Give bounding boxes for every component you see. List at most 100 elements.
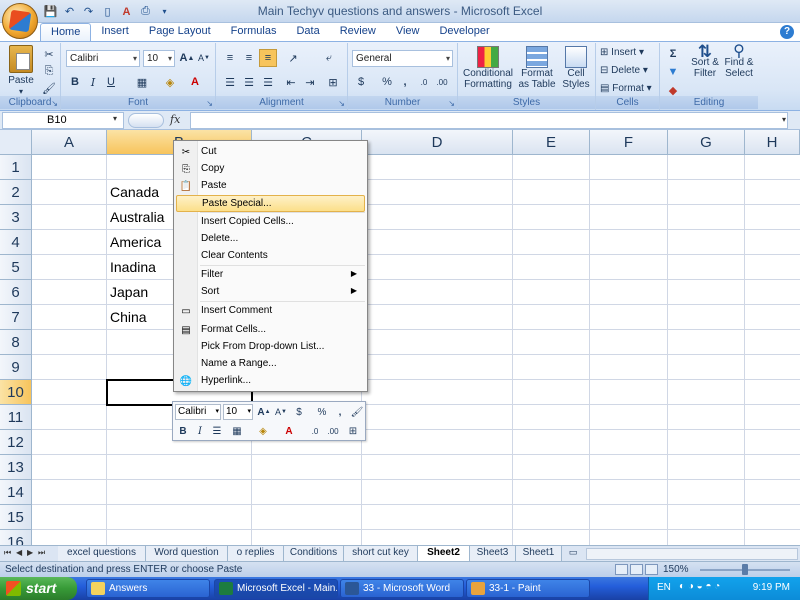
worksheet-grid[interactable]: ABCDEFGH 12345678910111213141516 CanadaA…	[0, 130, 800, 545]
tab-view[interactable]: View	[386, 23, 430, 41]
column-header-g[interactable]: G	[668, 130, 745, 155]
task-word[interactable]: 33 - Microsoft Word	[340, 579, 464, 598]
tab-page-layout[interactable]: Page Layout	[139, 23, 221, 41]
paste-button[interactable]: Paste ▾	[3, 45, 39, 96]
context-menu-item-paste-special[interactable]: Paste Special...	[176, 195, 365, 212]
page-break-view-icon[interactable]	[645, 564, 658, 575]
align-top-icon[interactable]: ≡	[221, 49, 239, 67]
mini-borders-icon[interactable]: ▦	[229, 423, 245, 439]
sheet-tab-o-replies[interactable]: o replies	[228, 546, 284, 561]
autosum-icon[interactable]: Σ	[664, 45, 682, 63]
mini-currency-icon[interactable]: $	[291, 404, 307, 420]
tab-review[interactable]: Review	[330, 23, 386, 41]
zoom-level[interactable]: 150%	[663, 564, 689, 575]
context-menu-item-hyperlink[interactable]: 🌐 Hyperlink...	[176, 373, 365, 390]
mini-font-combo[interactable]: Calibri ▾	[175, 404, 221, 420]
sort-filter-button[interactable]: ⇅ Sort & Filter	[688, 43, 722, 79]
orientation-icon[interactable]: ↗	[284, 49, 302, 67]
row-header-8[interactable]: 8	[0, 330, 32, 355]
language-indicator[interactable]: EN	[657, 582, 671, 593]
fill-icon[interactable]: ▼	[664, 63, 682, 81]
cell-b5[interactable]: Inadina	[107, 259, 156, 275]
find-select-button[interactable]: ⚲ Find & Select	[722, 44, 756, 80]
context-menu-item-insert-copied-cells[interactable]: Insert Copied Cells...	[176, 214, 365, 231]
row-header-7[interactable]: 7	[0, 305, 32, 330]
name-box[interactable]: B10	[2, 112, 124, 129]
row-header-16[interactable]: 16	[0, 530, 32, 545]
context-menu-item-filter[interactable]: Filter ▶	[176, 267, 365, 284]
sheet-tab-sheet3[interactable]: Sheet3	[470, 546, 516, 561]
borders-icon[interactable]: ▦	[133, 73, 151, 91]
cell-b7[interactable]: China	[107, 309, 147, 325]
decrease-decimal-icon[interactable]: .00	[433, 73, 451, 91]
column-header-a[interactable]: A	[32, 130, 107, 155]
cell-b6[interactable]: Japan	[107, 284, 148, 300]
comma-style-icon[interactable]: ,	[396, 73, 414, 91]
start-button[interactable]: start	[0, 577, 77, 600]
mini-size-combo[interactable]: 10 ▾	[223, 404, 253, 420]
align-right-icon[interactable]: ☰	[259, 73, 277, 91]
copy-icon[interactable]: ⎘	[40, 62, 58, 80]
decrease-indent-icon[interactable]: ⇤	[282, 73, 300, 91]
mini-merge-icon[interactable]: ⊞	[345, 423, 361, 439]
format-cells-button[interactable]: ▤ Format ▾	[600, 83, 652, 94]
mini-percent-icon[interactable]: %	[314, 404, 330, 420]
row-header-2[interactable]: 2	[0, 180, 32, 205]
expand-formula-bar-icon[interactable]: ▾	[782, 115, 786, 124]
mini-grow-font-icon[interactable]: A ▲	[256, 404, 272, 420]
bold-icon[interactable]: B	[66, 73, 84, 91]
merge-center-icon[interactable]: ⊞	[324, 73, 342, 91]
tab-data[interactable]: Data	[286, 23, 329, 41]
context-menu-item-copy[interactable]: ⎘ Copy	[176, 161, 365, 178]
context-menu-item-paste[interactable]: 📋 Paste	[176, 178, 365, 195]
sheet-tab-sheet2[interactable]: Sheet2	[418, 546, 470, 561]
mini-comma-icon[interactable]: ,	[332, 404, 348, 420]
cell-styles-button[interactable]: Cell Styles	[558, 46, 594, 90]
shrink-font-icon[interactable]: A ▼	[195, 49, 213, 67]
align-bottom-icon[interactable]: ≡	[259, 49, 277, 67]
grow-font-icon[interactable]: A ▲	[178, 49, 196, 67]
cut-icon[interactable]: ✂	[40, 45, 58, 63]
context-menu-item-insert-comment[interactable]: ▭ Insert Comment	[176, 303, 365, 320]
row-header-6[interactable]: 6	[0, 280, 32, 305]
font-name-combo[interactable]: Calibri ▾	[66, 50, 140, 67]
mini-font-color-icon[interactable]: A	[281, 423, 297, 439]
delete-cells-button[interactable]: ⊟ Delete ▾	[600, 65, 648, 76]
task-paint[interactable]: 33-1 - Paint	[466, 579, 590, 598]
row-header-12[interactable]: 12	[0, 430, 32, 455]
tab-home[interactable]: Home	[40, 23, 92, 41]
increase-decimal-icon[interactable]: .0	[415, 73, 433, 91]
context-menu-item-format-cells[interactable]: ▤ Format Cells...	[176, 322, 365, 339]
tab-developer[interactable]: Developer	[429, 23, 499, 41]
mini-center-icon[interactable]: ☰	[209, 423, 225, 439]
number-launcher-icon[interactable]: ↘	[448, 99, 455, 108]
zoom-slider-thumb[interactable]	[742, 564, 748, 575]
align-middle-icon[interactable]: ≡	[240, 49, 258, 67]
row-header-3[interactable]: 3	[0, 205, 32, 230]
insert-cells-button[interactable]: ⊞ Insert ▾	[600, 47, 644, 58]
align-left-icon[interactable]: ☰	[221, 73, 239, 91]
tray-icons[interactable]: ◐ ◑ ◒ ◓ ◔	[679, 581, 720, 592]
row-header-14[interactable]: 14	[0, 480, 32, 505]
fill-color-icon[interactable]: ◈	[161, 73, 179, 91]
select-all-corner[interactable]	[0, 130, 32, 155]
formula-input[interactable]: ▾	[190, 112, 788, 129]
name-box-dropdown-icon[interactable]: ▾	[113, 114, 117, 123]
first-sheet-icon[interactable]: ⏮	[4, 548, 11, 558]
italic-icon[interactable]: I	[84, 73, 102, 91]
conditional-formatting-button[interactable]: Conditional Formatting	[461, 46, 515, 90]
cell-b3[interactable]: Australia	[107, 209, 164, 225]
mini-fill-color-icon[interactable]: ◈	[255, 423, 271, 439]
format-painter-icon[interactable]: 🖌	[40, 79, 58, 97]
currency-icon[interactable]: $	[352, 73, 370, 91]
column-header-h[interactable]: H	[745, 130, 800, 155]
column-header-d[interactable]: D	[362, 130, 513, 155]
sheet-tab-conditions[interactable]: Conditions	[284, 546, 344, 561]
row-header-13[interactable]: 13	[0, 455, 32, 480]
column-header-f[interactable]: F	[590, 130, 668, 155]
insert-function-icon[interactable]: fx	[170, 113, 180, 126]
next-sheet-icon[interactable]: ▶	[27, 548, 33, 557]
underline-icon[interactable]: U	[102, 73, 120, 91]
clipboard-launcher-icon[interactable]: ↘	[51, 99, 58, 108]
wrap-text-icon[interactable]: ⤶	[320, 49, 338, 67]
